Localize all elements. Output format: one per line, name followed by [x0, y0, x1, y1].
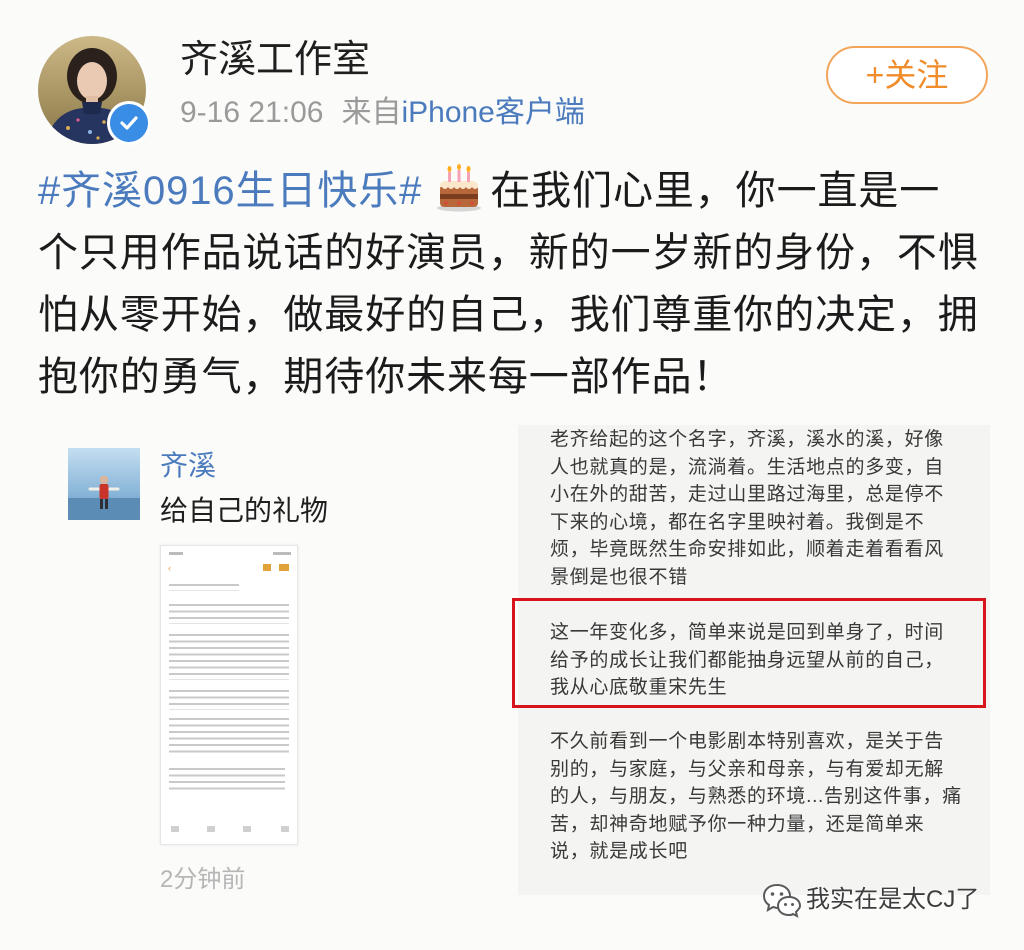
image-text-line: 别的，与家庭，与父亲和母亲，与有爱却无解 — [550, 758, 945, 780]
image-text-line: 说，就是成长吧 — [550, 841, 688, 862]
thumbnail-text-block — [169, 584, 239, 591]
shared-card-time: 2分钟前 — [160, 866, 246, 893]
post-text-line: 怕从零开始，做最好的自己，我们尊重你的决定，拥 — [38, 293, 979, 337]
thumbnail-status-bar — [169, 552, 291, 555]
image-text-line: 下来的心境，都在名字里映衬着。我倒是不 — [550, 511, 925, 533]
post-text-line: #齐溪0916生日快乐# 在我们心里，你一直是一 — [38, 160, 979, 222]
verified-badge-icon — [107, 101, 151, 145]
image-text-line: 不久前看到一个电影剧本特别喜欢，是关于告 — [550, 731, 945, 752]
image-text-line: 苦，却神奇地赋予你一种力量，还是简单来 — [550, 813, 925, 835]
thumbnail-text-block — [169, 604, 289, 624]
shared-card-avatar[interactable] — [68, 448, 140, 520]
post-meta: 9-16 21:06 来自iPhone客户端 — [180, 93, 585, 133]
post-text-line: 抱你的勇气，期待你未来每一部作品！ — [38, 355, 734, 399]
image-text-line: 老齐给起的这个名字，齐溪，溪水的溪，好像 — [550, 429, 945, 450]
image-text-line: 景倒是也很不错 — [550, 566, 688, 588]
thumbnail-header-icons — [263, 564, 289, 571]
thumbnail-text-block — [169, 634, 289, 680]
thumbnail-text-block — [169, 690, 289, 710]
post-text: 在我们心里，你一直是一 — [490, 169, 941, 213]
post-text-line: 个只用作品说话的好演员，新的一岁新的身份，不惧 — [38, 231, 979, 275]
thumbnail-text-block — [169, 718, 289, 757]
follow-button[interactable]: +关注 — [826, 46, 988, 104]
thumbnail-toolbar — [171, 826, 289, 832]
image-text-bottom: 不久前看到一个电影剧本特别喜欢，是关于告 别的，与家庭，与父亲和母亲，与有爱却无… — [550, 728, 962, 866]
post-body: #齐溪0916生日快乐# 在我们心里，你一直是一 个只用作品说话的好演员，新的一… — [38, 160, 979, 408]
wechat-icon — [762, 882, 802, 918]
highlight-box — [512, 598, 986, 708]
image-text-top: 老齐给起的这个名字，齐溪，溪水的溪，好像 人也就真的是，流淌着。生活地点的多变，… — [550, 426, 944, 591]
post-time: 9-16 21:06 — [180, 96, 324, 129]
thumbnail-text-block — [169, 768, 285, 794]
birthday-cake-icon — [434, 163, 484, 213]
shared-card-author[interactable]: 齐溪 — [160, 448, 216, 484]
notes-screenshot-thumbnail[interactable]: ‹ — [160, 545, 298, 845]
watermark-text: 我实在是太CJ了 — [806, 886, 980, 913]
back-chevron-icon: ‹ — [168, 563, 171, 573]
source-prefix: 来自 — [341, 96, 402, 129]
author-name[interactable]: 齐溪工作室 — [180, 36, 370, 84]
image-text-line: 的人，与朋友，与熟悉的环境...告别这件事，痛 — [550, 786, 962, 807]
image-text-line: 人也就真的是，流淌着。生活地点的多变，自 — [550, 456, 945, 478]
shared-card-title[interactable]: 给自己的礼物 — [160, 492, 328, 530]
image-text-line: 小在外的甜苦，走过山里路过海里，总是停不 — [550, 484, 945, 505]
hashtag-link[interactable]: #齐溪0916生日快乐# — [38, 169, 422, 213]
image-text-line: 烦，毕竟既然生命安排如此，顺着走着看看风 — [550, 539, 945, 560]
source-link[interactable]: iPhone客户端 — [401, 96, 584, 129]
